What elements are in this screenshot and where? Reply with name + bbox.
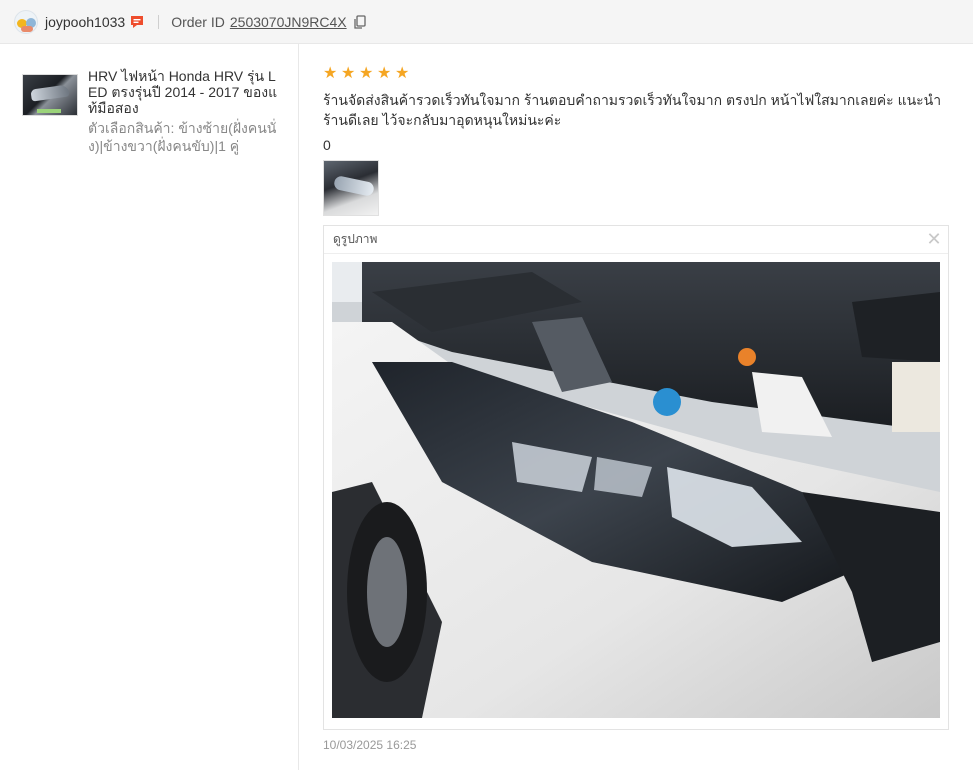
header-separator	[158, 14, 160, 29]
close-icon[interactable]: ✕	[920, 226, 948, 254]
product-title[interactable]: HRV ไฟหน้า Honda HRV รุ่น LED ตรงรุ่นปี …	[88, 68, 278, 116]
like-count: 0	[323, 137, 331, 153]
image-viewer-title: ดูรูปภาพ	[333, 232, 378, 246]
image-viewer-header: ดูรูปภาพ ✕	[324, 226, 948, 254]
review-photo-large	[332, 262, 940, 718]
review-header: joypooh1033 Order ID 2503070JN9RC4X	[0, 0, 973, 44]
order-id-label: Order ID	[171, 13, 225, 30]
review-timestamp: 10/03/2025 16:25	[323, 738, 417, 752]
order-id-link[interactable]: 2503070JN9RC4X	[230, 14, 347, 30]
product-thumbnail[interactable]	[22, 74, 78, 116]
username[interactable]: joypooh1033	[45, 14, 125, 30]
star-icon: ★	[395, 65, 410, 82]
review-photo-thumbnail[interactable]	[323, 160, 379, 216]
avatar[interactable]	[14, 9, 38, 34]
product-variant: ตัวเลือกสินค้า: ข้างซ้าย(ฝั่งคนนั่ง)|ข้า…	[88, 120, 277, 154]
chat-icon[interactable]	[129, 14, 145, 30]
review-text: ร้านจัดส่งสินค้ารวดเร็วทันใจมาก ร้านตอบค…	[323, 92, 942, 128]
rating-stars: ★ ★ ★ ★ ★	[323, 66, 411, 82]
star-icon: ★	[359, 65, 374, 82]
star-icon: ★	[323, 65, 338, 82]
star-icon: ★	[377, 65, 392, 82]
image-viewer: ดูรูปภาพ ✕	[323, 225, 949, 730]
column-divider	[298, 44, 299, 770]
star-icon: ★	[341, 65, 356, 82]
copy-icon[interactable]	[353, 14, 367, 29]
